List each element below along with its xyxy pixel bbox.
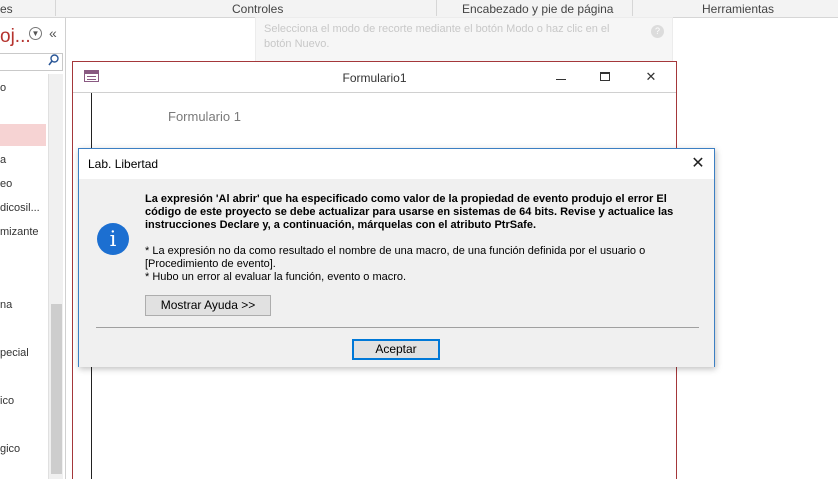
form-heading-label[interactable]: Formulario 1 [168,109,241,124]
information-icon: i [97,223,129,255]
error-message: La expresión 'Al abrir' que ha especific… [145,193,674,231]
error-dialog: Lab. Libertad ✕ i La expresión 'Al abrir… [78,148,715,367]
nav-item[interactable]: a [0,154,6,166]
maximize-icon [600,72,610,81]
dialog-separator [96,327,699,328]
nav-scrollbar[interactable] [48,74,63,479]
dialog-body: i La expresión 'Al abrir' que ha especif… [79,179,714,367]
ribbon-separator [436,0,437,16]
ribbon-separator [55,0,56,16]
navigation-pane: oj... ▼ « o a eo dicosil... mizante na p… [0,18,66,479]
nav-search-input[interactable] [0,53,63,71]
nav-item[interactable]: ico [0,395,14,407]
nav-pane-title[interactable]: oj... [0,26,31,48]
dialog-title: Lab. Libertad [88,157,159,171]
nav-item[interactable]: dicosil... [0,202,40,214]
ribbon-group-controls: Controles [232,2,284,16]
tooltip-text: Selecciona el modo de recorte mediante e… [264,23,610,50]
ribbon-group-header-footer: Encabezado y pie de página [462,2,614,16]
minimize-icon [556,79,566,80]
help-icon: ? [651,25,664,38]
search-icon[interactable] [48,54,59,69]
chevron-down-circle-icon[interactable]: ▼ [29,27,42,40]
error-detail-2: * Hubo un error al evaluar la función, e… [145,271,407,283]
nav-item[interactable]: pecial [0,347,29,359]
dialog-close-button[interactable]: ✕ [686,153,710,175]
nav-item-selected-highlight [0,124,46,146]
accept-button[interactable]: Aceptar [352,339,440,360]
form-titlebar: Formulario1 ✕ [73,62,676,93]
ribbon-group-label: es [0,2,13,16]
maximize-button[interactable] [591,66,621,88]
access-window: es Controles Encabezado y pie de página … [0,0,838,479]
nav-item[interactable]: na [0,299,12,311]
double-chevron-left-icon[interactable]: « [49,25,57,41]
nav-item[interactable]: mizante [0,226,39,238]
dialog-titlebar: Lab. Libertad ✕ [79,149,714,179]
error-detail-1: * La expresión no da como resultado el n… [145,245,646,270]
ribbon-separator [632,0,633,16]
nav-item[interactable]: gico [0,443,20,455]
show-help-button[interactable]: Mostrar Ayuda >> [145,295,271,316]
ribbon-group-tools: Herramientas [702,2,775,16]
form-title: Formulario1 [342,71,407,85]
ribbon-group-labels: es Controles Encabezado y pie de página … [0,0,838,18]
nav-scrollbar-thumb[interactable] [51,304,62,474]
minimize-button[interactable] [547,66,577,88]
ribbon-tooltip: Selecciona el modo de recorte mediante e… [255,17,673,65]
form-close-button[interactable]: ✕ [636,66,666,88]
nav-item[interactable]: o [0,82,6,94]
close-icon: ✕ [691,155,705,172]
nav-item[interactable]: eo [0,178,12,190]
close-icon: ✕ [645,69,657,84]
